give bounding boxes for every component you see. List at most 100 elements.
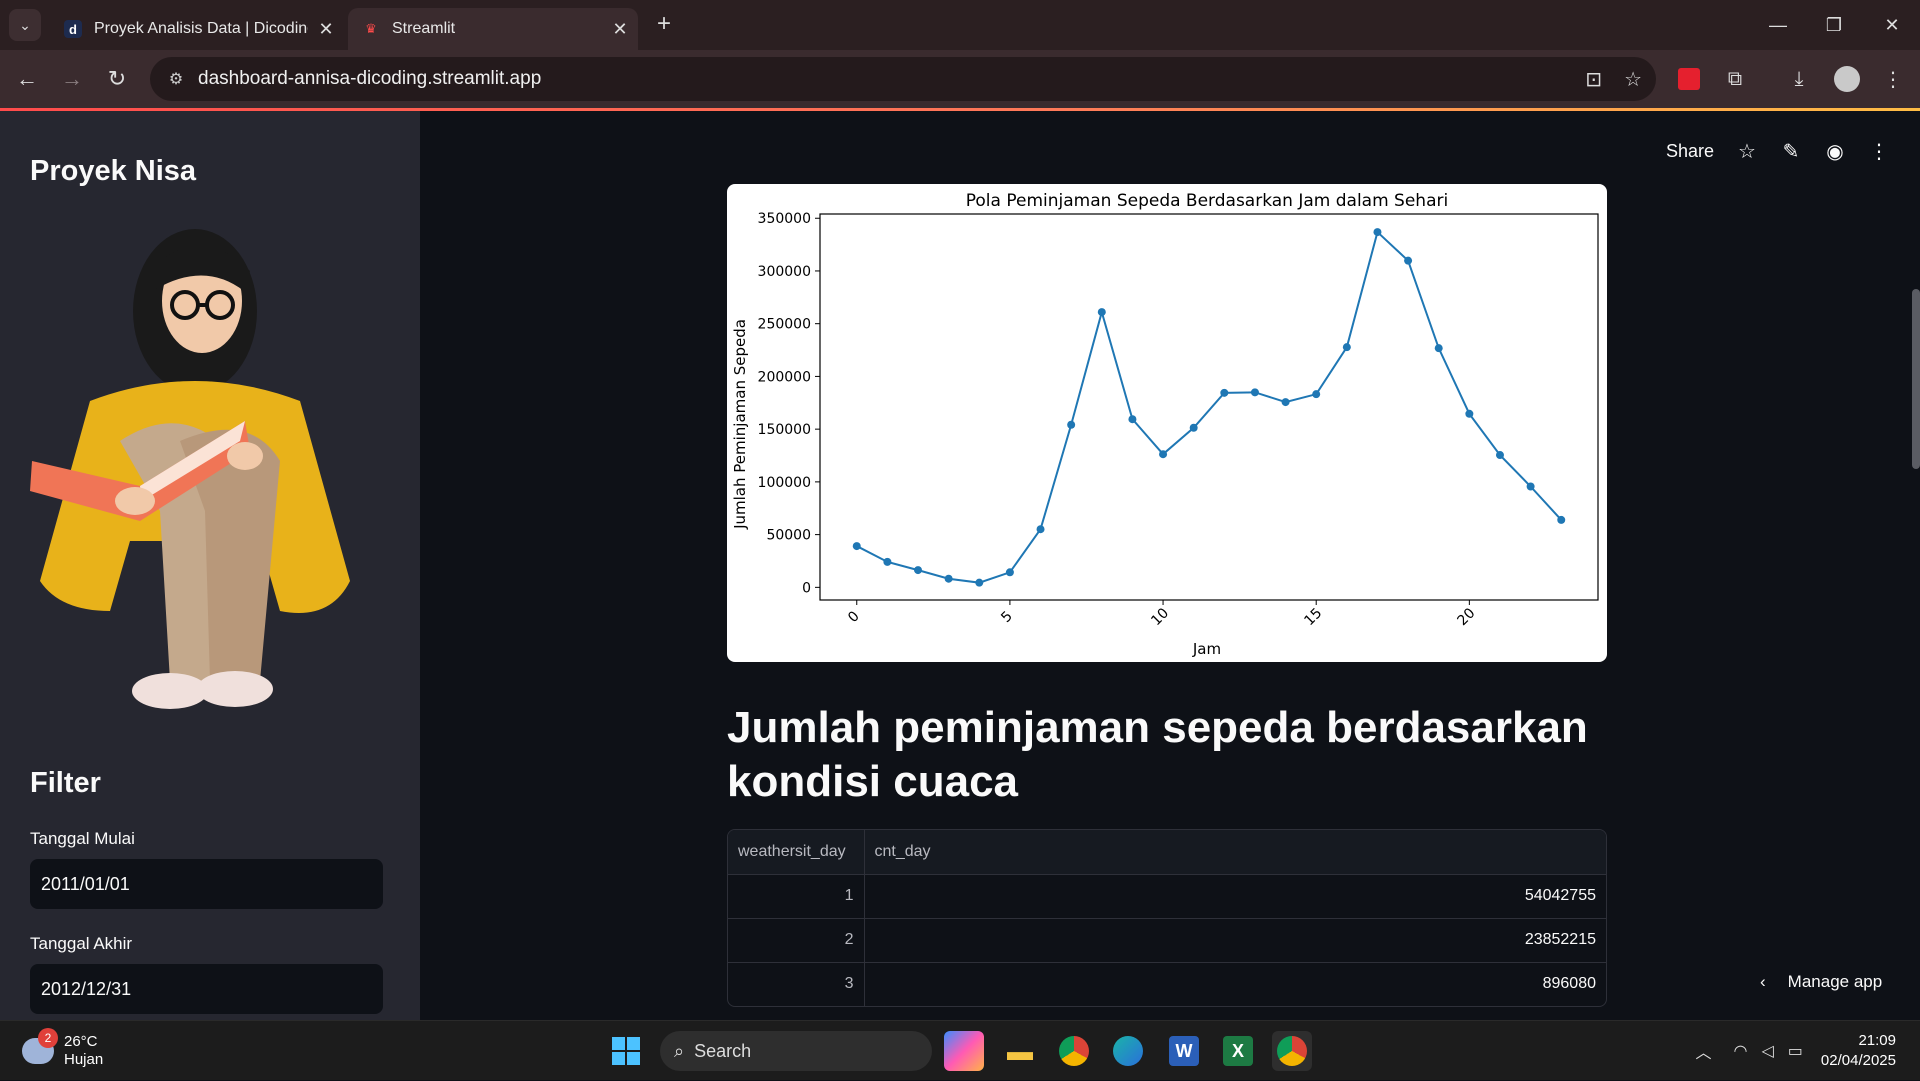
tab-streamlit[interactable]: ♛ Streamlit ✕ xyxy=(348,8,638,50)
clock[interactable]: 21:09 02/04/2025 xyxy=(1821,1031,1896,1071)
close-icon[interactable]: ✕ xyxy=(602,19,638,40)
data-point xyxy=(1282,398,1290,406)
data-point xyxy=(1251,388,1259,396)
data-point xyxy=(1220,389,1228,397)
copilot-icon[interactable] xyxy=(944,1031,984,1071)
data-point xyxy=(1435,344,1443,352)
data-point xyxy=(1465,410,1473,418)
data-point xyxy=(1343,343,1351,351)
site-info-icon[interactable]: ⚙ xyxy=(154,69,198,89)
system-tray: ︿ ◠ ◁ ▭ 21:09 02/04/2025 xyxy=(1696,1021,1920,1081)
chrome-active-icon[interactable] xyxy=(1272,1031,1312,1071)
edit-icon[interactable]: ✎ xyxy=(1780,139,1802,164)
data-point xyxy=(1190,424,1198,432)
sidebar-title: Proyek Nisa xyxy=(30,155,196,188)
page-scrollbar[interactable] xyxy=(1912,289,1920,469)
start-date-label: Tanggal Mulai xyxy=(30,829,135,849)
y-tick-label: 50000 xyxy=(766,528,811,544)
filter-heading: Filter xyxy=(30,767,101,800)
weather-condition: Hujan xyxy=(64,1051,103,1069)
manage-app-button[interactable]: ‹ Manage app xyxy=(1760,972,1882,992)
chevron-left-icon: ‹ xyxy=(1760,972,1766,992)
x-tick-label: 15 xyxy=(1301,605,1325,629)
table-cell: 54042755 xyxy=(864,874,1606,918)
data-point xyxy=(1128,415,1136,423)
table-cell: 2 xyxy=(728,918,864,962)
start-date-input[interactable]: 2011/01/01 xyxy=(30,859,383,909)
star-icon[interactable]: ☆ xyxy=(1736,139,1758,164)
data-point xyxy=(883,558,891,566)
y-tick-label: 150000 xyxy=(758,422,811,438)
tab-dicoding[interactable]: d Proyek Analisis Data | Dicoding ✕ xyxy=(50,8,344,50)
tab-title: Proyek Analisis Data | Dicoding xyxy=(94,20,308,38)
reload-button[interactable]: ↻ xyxy=(100,62,134,96)
taskbar-search[interactable]: ⌕ Search xyxy=(660,1031,932,1071)
minimize-button[interactable]: — xyxy=(1750,0,1806,50)
tab-search-button[interactable]: ⌄ xyxy=(9,9,41,41)
browser-menu-icon[interactable]: ⋮ xyxy=(1876,62,1910,96)
chevron-down-icon: ⌄ xyxy=(19,17,31,34)
plot-frame xyxy=(820,214,1598,600)
y-tick-label: 100000 xyxy=(758,475,811,491)
github-icon[interactable]: ◉ xyxy=(1824,139,1846,164)
y-tick-label: 200000 xyxy=(758,369,811,385)
windows-taskbar: 2 26°C Hujan ⌕ Search ▬ W X ︿ ◠ ◁ ▭ 21:0… xyxy=(0,1020,1920,1080)
y-tick-label: 0 xyxy=(802,580,811,596)
install-app-icon[interactable]: ⊡ xyxy=(1585,67,1602,92)
tab-title: Streamlit xyxy=(392,20,602,38)
address-bar[interactable]: ⚙ dashboard-annisa-dicoding.streamlit.ap… xyxy=(150,57,1656,101)
data-point xyxy=(1496,451,1504,459)
time: 21:09 xyxy=(1821,1031,1896,1051)
close-icon[interactable]: ✕ xyxy=(308,19,344,40)
wifi-icon[interactable]: ◠ xyxy=(1734,1041,1748,1061)
y-axis-label: Jumlah Peminjaman Sepeda xyxy=(731,319,749,530)
main-content: Share ☆ ✎ ◉ ⋮ Pola Peminjaman Sepeda Ber… xyxy=(420,111,1920,1020)
windows-start-icon[interactable] xyxy=(606,1031,646,1071)
data-table[interactable]: weathersit_day cnt_day 1 54042755 2 2385… xyxy=(727,829,1607,1007)
file-explorer-icon[interactable]: ▬ xyxy=(1000,1031,1040,1071)
extension-red-icon[interactable] xyxy=(1672,62,1706,96)
more-options-icon[interactable]: ⋮ xyxy=(1868,139,1890,164)
data-point xyxy=(1557,516,1565,524)
end-date-input[interactable]: 2012/12/31 xyxy=(30,964,383,1014)
close-window-button[interactable]: ✕ xyxy=(1864,0,1920,50)
streamlit-icon: ♛ xyxy=(362,20,380,38)
data-point xyxy=(1098,308,1106,316)
x-tick-label: 0 xyxy=(845,608,863,626)
data-point xyxy=(1067,421,1075,429)
table-row[interactable]: 3 896080 xyxy=(728,962,1606,1006)
extensions-icon[interactable]: ⧉ xyxy=(1718,62,1752,96)
profile-avatar[interactable] xyxy=(1830,62,1864,96)
download-icon[interactable]: ⤓ xyxy=(1782,62,1816,96)
column-header[interactable]: cnt_day xyxy=(864,830,1606,874)
data-point xyxy=(1006,568,1014,576)
excel-icon[interactable]: X xyxy=(1218,1031,1258,1071)
chevron-up-icon[interactable]: ︿ xyxy=(1696,1039,1712,1063)
chrome-icon[interactable] xyxy=(1054,1031,1094,1071)
forward-button[interactable]: → xyxy=(55,62,89,96)
table-row[interactable]: 1 54042755 xyxy=(728,874,1606,918)
data-point xyxy=(1373,228,1381,236)
app-header-actions: Share ☆ ✎ ◉ ⋮ xyxy=(1666,139,1890,164)
y-tick-label: 350000 xyxy=(758,211,811,227)
weather-widget[interactable]: 2 26°C Hujan xyxy=(22,1033,103,1069)
restore-button[interactable]: ❐ xyxy=(1806,0,1862,50)
word-icon[interactable]: W xyxy=(1164,1031,1204,1071)
share-button[interactable]: Share xyxy=(1666,141,1714,162)
rain-cloud-icon: 2 xyxy=(22,1038,54,1064)
sidebar: Proyek Nisa Filter Tanggal Mulai 2011/01… xyxy=(0,111,420,1020)
table-row[interactable]: 2 23852215 xyxy=(728,918,1606,962)
y-tick-label: 250000 xyxy=(758,317,811,333)
bookmark-star-icon[interactable]: ☆ xyxy=(1624,67,1642,92)
column-header[interactable]: weathersit_day xyxy=(728,830,864,874)
volume-icon[interactable]: ◁ xyxy=(1761,1041,1773,1061)
edge-icon[interactable] xyxy=(1108,1031,1148,1071)
back-button[interactable]: ← xyxy=(10,62,44,96)
section-heading: Jumlah peminjaman sepeda berdasarkan kon… xyxy=(727,701,1607,809)
battery-icon[interactable]: ▭ xyxy=(1788,1041,1803,1061)
browser-toolbar: ← → ↻ ⚙ dashboard-annisa-dicoding.stream… xyxy=(0,50,1920,108)
data-point xyxy=(1037,525,1045,533)
browser-tab-bar: ⌄ d Proyek Analisis Data | Dicoding ✕ ♛ … xyxy=(0,0,1920,50)
chart-title: Pola Peminjaman Sepeda Berdasarkan Jam d… xyxy=(966,191,1448,211)
new-tab-button[interactable]: + xyxy=(650,10,678,38)
